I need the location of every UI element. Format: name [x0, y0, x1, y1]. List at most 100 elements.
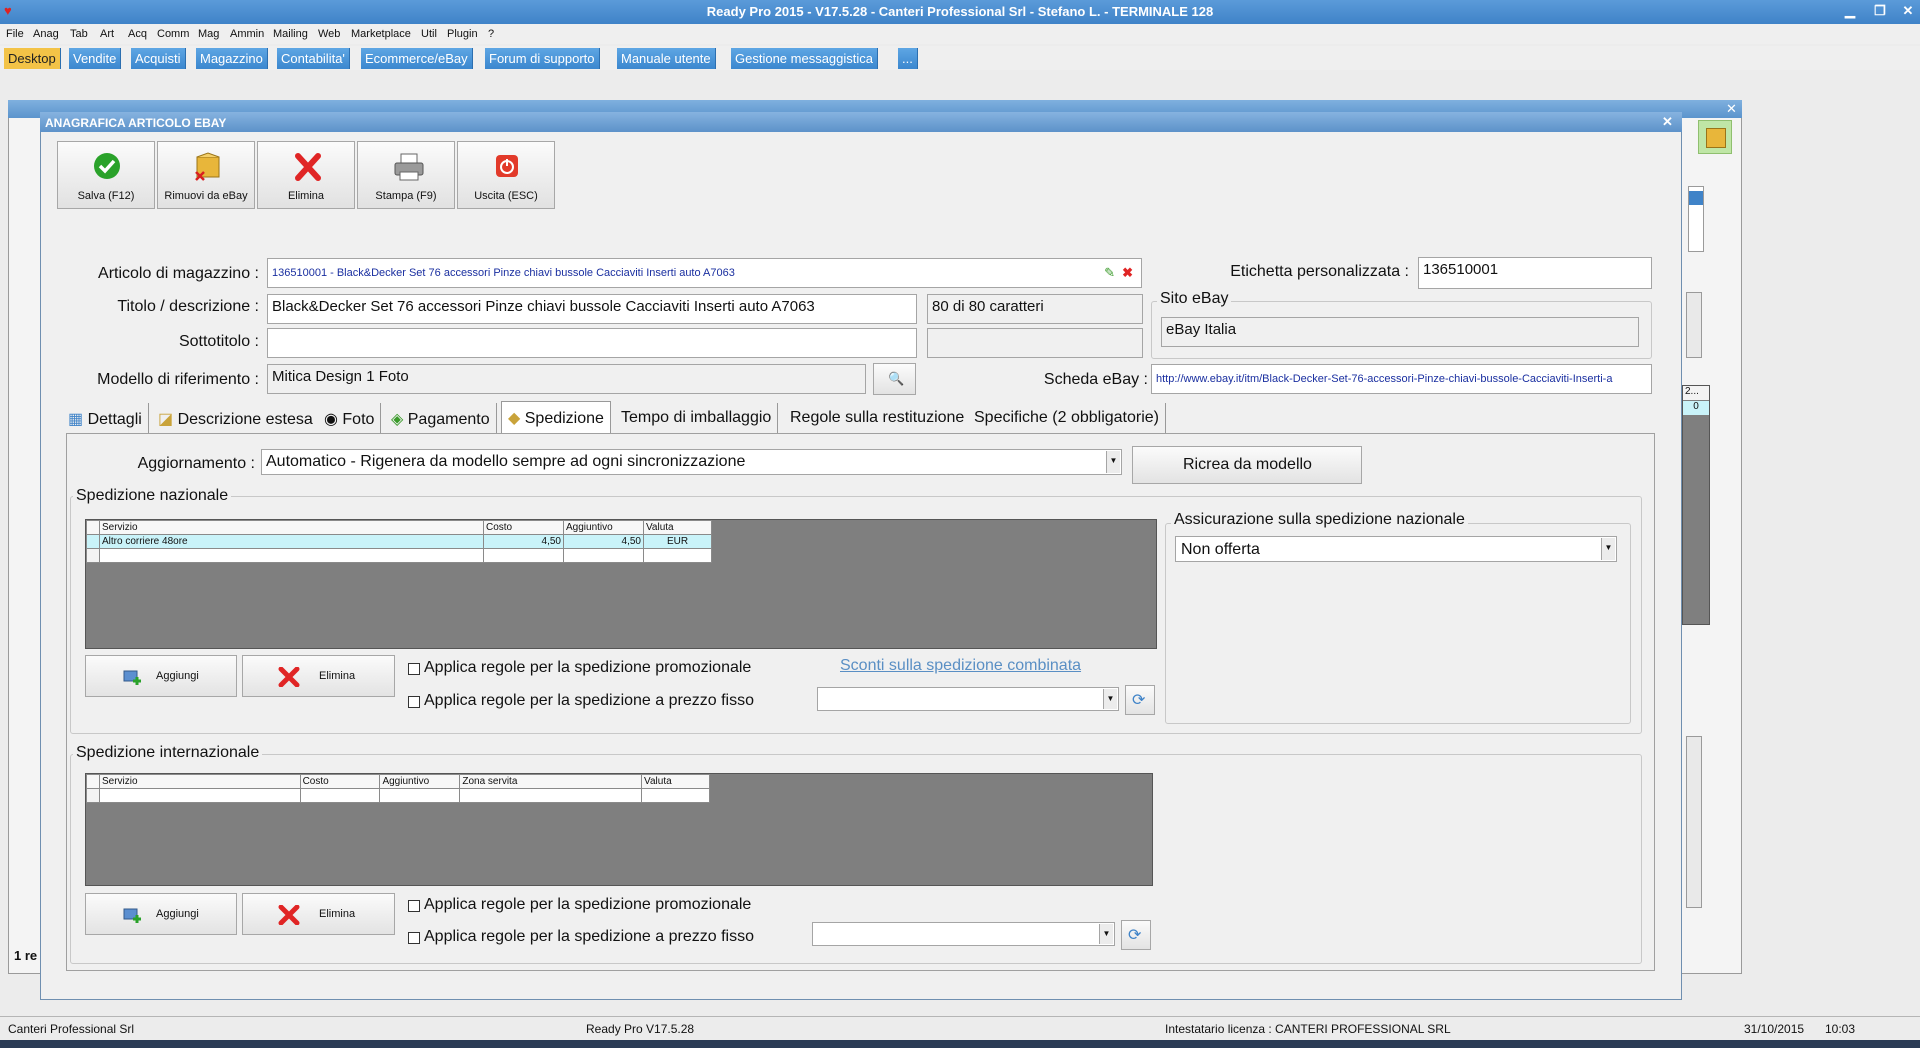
delete-nazionale-button[interactable]: Elimina — [242, 655, 395, 697]
tab-manuale[interactable]: Manuale utente — [617, 48, 716, 69]
tab-pagamento[interactable]: ◈ Pagamento — [385, 403, 497, 433]
restore-icon[interactable]: ❐ — [1868, 2, 1892, 20]
menu-mag[interactable]: Mag — [198, 28, 219, 40]
empty-cell[interactable] — [459, 788, 643, 803]
menu-tab[interactable]: Tab — [70, 28, 88, 40]
fixed-price-checkbox[interactable] — [408, 696, 420, 708]
tab-vendite[interactable]: Vendite — [69, 48, 122, 69]
tab-acquisti[interactable]: Acquisti — [131, 48, 186, 69]
table-row-empty[interactable] — [86, 548, 712, 563]
empty-cell[interactable] — [98, 788, 301, 803]
empty-cell[interactable] — [563, 548, 644, 563]
nazionale-table: Servizio Costo Aggiuntivo Valuta Altro c… — [86, 520, 712, 563]
empty-cell[interactable] — [299, 788, 381, 803]
menu-marketplace[interactable]: Marketplace — [351, 28, 411, 40]
cell-valuta[interactable]: EUR — [643, 534, 712, 549]
box-remove-icon — [195, 152, 220, 181]
tab-messaggistica[interactable]: Gestione messaggistica — [731, 48, 879, 69]
chevron-down-icon[interactable]: ▼ — [1106, 451, 1120, 473]
refresh-nazionale-button[interactable]: ⟳ — [1125, 685, 1155, 715]
cell-aggiuntivo[interactable]: 4,50 — [563, 534, 644, 549]
background-grid-cell: 0 — [1683, 401, 1709, 415]
tab-descrizione[interactable]: ◪ Descrizione estesa — [152, 403, 320, 433]
tab-contabilita[interactable]: Contabilita' — [277, 48, 350, 69]
empty-cell[interactable] — [99, 548, 484, 563]
tab-more[interactable]: ... — [898, 48, 918, 69]
row-header — [86, 774, 100, 789]
tab-restituzione[interactable]: Regole sulla restituzione — [784, 403, 972, 433]
assicurazione-select[interactable]: Non offerta ▼ — [1175, 536, 1617, 562]
add-nazionale-button[interactable]: Aggiungi — [85, 655, 237, 697]
search-model-button[interactable]: 🔍 — [873, 363, 916, 395]
minimize-icon[interactable]: ▁ — [1838, 2, 1862, 20]
etichetta-field[interactable]: 136510001 — [1418, 257, 1652, 289]
package-icon[interactable] — [1698, 120, 1732, 154]
menu-ammin[interactable]: Ammin — [230, 28, 264, 40]
chevron-down-icon[interactable]: ▼ — [1601, 538, 1615, 560]
empty-cell[interactable] — [483, 548, 564, 563]
tab-spedizione[interactable]: ◆ Spedizione — [501, 401, 611, 433]
empty-cell[interactable] — [641, 788, 710, 803]
menu-help[interactable]: ? — [488, 28, 494, 40]
tab-foto[interactable]: ◉ Foto — [318, 403, 382, 433]
table-row-empty[interactable] — [86, 788, 710, 803]
add-internazionale-button[interactable]: Aggiungi — [85, 893, 237, 935]
refresh-internazionale-button[interactable]: ⟳ — [1121, 920, 1151, 950]
titolo-field[interactable]: Black&Decker Set 76 accessori Pinze chia… — [267, 294, 917, 324]
internazionale-grid[interactable]: Servizio Costo Aggiuntivo Zona servita V… — [85, 773, 1153, 886]
exit-button[interactable]: Uscita (ESC) — [457, 141, 555, 209]
cell-servizio[interactable]: Altro corriere 48ore — [99, 534, 484, 549]
chevron-down-icon[interactable]: ▼ — [1099, 924, 1113, 944]
promo-checkbox[interactable] — [408, 663, 420, 675]
menu-web[interactable]: Web — [318, 28, 340, 40]
nazionale-grid[interactable]: Servizio Costo Aggiuntivo Valuta Altro c… — [85, 519, 1157, 649]
ricrea-button[interactable]: Ricrea da modello — [1132, 446, 1362, 484]
background-scrollbar[interactable] — [1686, 292, 1702, 358]
menu-acq[interactable]: Acq — [128, 28, 147, 40]
delete-internazionale-button[interactable]: Elimina — [242, 893, 395, 935]
menu-plugin[interactable]: Plugin — [447, 28, 478, 40]
aggiornamento-select[interactable]: Automatico - Rigenera da modello sempre … — [261, 449, 1122, 475]
empty-cell[interactable] — [379, 788, 461, 803]
dialog-close-icon[interactable]: ✕ — [1662, 114, 1673, 130]
save-button[interactable]: Salva (F12) — [57, 141, 155, 209]
menu-art[interactable]: Art — [100, 28, 114, 40]
remove-from-ebay-button[interactable]: Rimuovi da eBay — [157, 141, 255, 209]
chevron-down-icon[interactable]: ▼ — [1103, 689, 1117, 709]
articolo-field[interactable]: 136510001 - Black&Decker Set 76 accessor… — [267, 258, 1142, 288]
table-row[interactable]: Altro corriere 48ore 4,50 4,50 EUR — [86, 534, 712, 549]
promo-int-checkbox[interactable] — [408, 900, 420, 912]
tab-ecommerce[interactable]: Ecommerce/eBay — [361, 48, 473, 69]
tab-specifiche[interactable]: Specifiche (2 obbligatorie) — [968, 403, 1166, 433]
tab-dettagli[interactable]: ▦ Dettagli — [62, 403, 149, 433]
menu-comm[interactable]: Comm — [157, 28, 189, 40]
fixed-price-int-checkbox[interactable] — [408, 932, 420, 944]
sottotitolo-field[interactable] — [267, 328, 917, 358]
tab-descrizione-label: Descrizione estesa — [177, 411, 313, 428]
sconti-select[interactable]: ▼ — [817, 687, 1119, 711]
tab-imballaggio[interactable]: Tempo di imballaggio — [615, 403, 779, 433]
clear-x-icon[interactable]: ✖ — [1122, 265, 1133, 281]
scheda-ebay-link[interactable]: http://www.ebay.it/itm/Black-Decker-Set-… — [1151, 364, 1652, 394]
tab-desktop[interactable]: Desktop — [4, 48, 61, 69]
menu-file[interactable]: File — [6, 28, 24, 40]
background-list[interactable] — [1688, 186, 1704, 252]
close-icon[interactable]: ✕ — [1896, 2, 1920, 20]
empty-cell[interactable] — [643, 548, 712, 563]
sito-ebay-field[interactable]: eBay Italia — [1161, 317, 1639, 347]
modello-field[interactable]: Mitica Design 1 Foto — [267, 364, 866, 394]
tab-forum[interactable]: Forum di supporto — [485, 48, 600, 69]
menu-mailing[interactable]: Mailing — [273, 28, 308, 40]
edit-pencil-icon[interactable]: ✎ — [1104, 265, 1115, 281]
cell-costo[interactable]: 4,50 — [483, 534, 564, 549]
delete-x-icon — [278, 667, 300, 687]
background-close-icon[interactable]: ✕ — [1726, 101, 1737, 117]
delete-button[interactable]: Elimina — [257, 141, 355, 209]
background-scrollbar-lower[interactable] — [1686, 736, 1702, 908]
menu-anag[interactable]: Anag — [33, 28, 59, 40]
sconti-int-select[interactable]: ▼ — [812, 922, 1115, 946]
sconti-link[interactable]: Sconti sulla spedizione combinata — [840, 657, 1081, 675]
menu-util[interactable]: Util — [421, 28, 437, 40]
print-button[interactable]: Stampa (F9) — [357, 141, 455, 209]
tab-magazzino[interactable]: Magazzino — [196, 48, 268, 69]
